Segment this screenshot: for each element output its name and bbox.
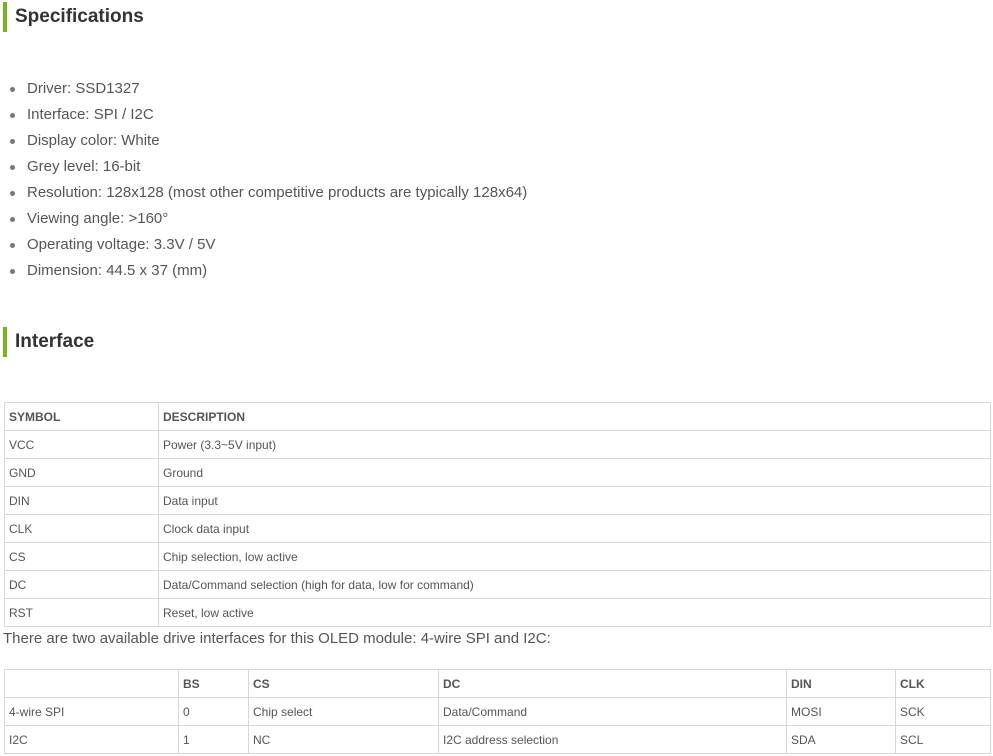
table-row: VCC Power (3.3~5V input) bbox=[4, 430, 991, 459]
cell-cs: NC bbox=[248, 725, 439, 754]
spec-item: Driver: SSD1327 bbox=[9, 76, 527, 102]
cell-clk: SCK bbox=[895, 697, 991, 726]
header-dc: DC bbox=[438, 669, 787, 698]
pin-symbol: DC bbox=[4, 570, 159, 599]
interface-heading: Interface bbox=[3, 327, 94, 357]
pin-symbol: RST bbox=[4, 598, 159, 627]
header-din: DIN bbox=[786, 669, 896, 698]
pin-description: Ground bbox=[158, 458, 991, 487]
spec-item: Viewing angle: >160° bbox=[9, 206, 527, 232]
header-bs: BS bbox=[178, 669, 249, 698]
header-mode bbox=[4, 669, 179, 698]
cell-clk: SCL bbox=[895, 725, 991, 754]
table-header-row: SYMBOL DESCRIPTION bbox=[4, 402, 991, 431]
cell-dc: Data/Command bbox=[438, 697, 787, 726]
cell-bs: 1 bbox=[178, 725, 249, 754]
spec-item: Operating voltage: 3.3V / 5V bbox=[9, 232, 527, 258]
pin-description: Chip selection, low active bbox=[158, 542, 991, 571]
cell-bs: 0 bbox=[178, 697, 249, 726]
table-row: GND Ground bbox=[4, 458, 991, 487]
table-row: I2C 1 NC I2C address selection SDA SCL bbox=[4, 725, 991, 754]
table-row: CS Chip selection, low active bbox=[4, 542, 991, 571]
table-row: 4-wire SPI 0 Chip select Data/Command MO… bbox=[4, 697, 991, 726]
header-symbol: SYMBOL bbox=[4, 402, 159, 431]
header-description: DESCRIPTION bbox=[158, 402, 991, 431]
pin-description: Power (3.3~5V input) bbox=[158, 430, 991, 459]
cell-din: MOSI bbox=[786, 697, 896, 726]
drive-interface-note: There are two available drive interfaces… bbox=[3, 630, 551, 647]
pin-table: SYMBOL DESCRIPTION VCC Power (3.3~5V inp… bbox=[4, 402, 991, 627]
pin-symbol: GND bbox=[4, 458, 159, 487]
cell-mode: I2C bbox=[4, 725, 179, 754]
pin-description: Reset, low active bbox=[158, 598, 991, 627]
pin-symbol: CS bbox=[4, 542, 159, 571]
table-row: DIN Data input bbox=[4, 486, 991, 515]
table-row: DC Data/Command selection (high for data… bbox=[4, 570, 991, 599]
spec-item: Grey level: 16-bit bbox=[9, 154, 527, 180]
header-clk: CLK bbox=[895, 669, 991, 698]
table-row: CLK Clock data input bbox=[4, 514, 991, 543]
spec-item: Resolution: 128x128 (most other competit… bbox=[9, 180, 527, 206]
cell-dc: I2C address selection bbox=[438, 725, 787, 754]
pin-symbol: CLK bbox=[4, 514, 159, 543]
cell-mode: 4-wire SPI bbox=[4, 697, 179, 726]
specifications-list: Driver: SSD1327 Interface: SPI / I2C Dis… bbox=[0, 76, 527, 284]
pin-symbol: DIN bbox=[4, 486, 159, 515]
table-header-row: BS CS DC DIN CLK bbox=[4, 669, 991, 698]
pin-symbol: VCC bbox=[4, 430, 159, 459]
specifications-heading: Specifications bbox=[3, 2, 144, 32]
pin-description: Clock data input bbox=[158, 514, 991, 543]
cell-din: SDA bbox=[786, 725, 896, 754]
table-row: RST Reset, low active bbox=[4, 598, 991, 627]
pin-description: Data/Command selection (high for data, l… bbox=[158, 570, 991, 599]
cell-cs: Chip select bbox=[248, 697, 439, 726]
drive-table: BS CS DC DIN CLK 4-wire SPI 0 Chip selec… bbox=[4, 669, 991, 754]
spec-item: Interface: SPI / I2C bbox=[9, 102, 527, 128]
pin-description: Data input bbox=[158, 486, 991, 515]
spec-item: Display color: White bbox=[9, 128, 527, 154]
spec-item: Dimension: 44.5 x 37 (mm) bbox=[9, 258, 527, 284]
header-cs: CS bbox=[248, 669, 439, 698]
